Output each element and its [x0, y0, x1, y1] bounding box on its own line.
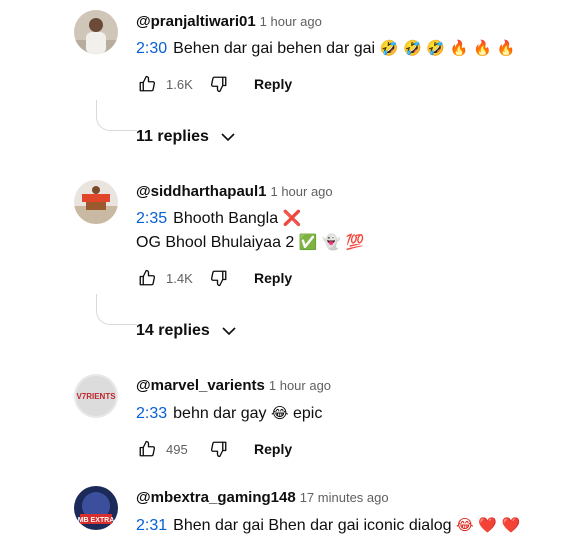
comment-author[interactable]: @marvel_varients 1 hour ago	[136, 377, 331, 394]
view-replies-button[interactable]: 11 replies	[136, 128, 237, 146]
like-icon[interactable]	[136, 73, 158, 95]
comment-body-suffix: epic	[292, 405, 323, 422]
comment-author[interactable]: @siddharthapaul1 1 hour ago	[136, 183, 333, 200]
comment-body-line2: OG Bhool Bhulaiyaa 2	[136, 234, 295, 251]
avatar[interactable]: MB EXTRA	[74, 486, 118, 530]
comment-author[interactable]: @mbextra_gaming148 17 minutes ago	[136, 489, 389, 506]
timestamp-link[interactable]: 2:33	[136, 405, 167, 422]
author-name[interactable]: @marvel_varients	[136, 377, 265, 394]
avatar-logo-text: V7RIENTS	[76, 392, 116, 401]
thread-line	[96, 100, 137, 131]
avatar-logo-text: MB EXTRA	[78, 517, 115, 524]
chevron-down-icon	[222, 327, 236, 336]
like-count: 495	[166, 441, 188, 457]
comment-time[interactable]: 1 hour ago	[270, 184, 332, 199]
reply-button[interactable]: Reply	[254, 270, 292, 286]
like-count: 1.4K	[166, 270, 193, 286]
author-name[interactable]: @pranjaltiwari01	[136, 13, 256, 30]
reply-button[interactable]: Reply	[254, 441, 292, 457]
author-name[interactable]: @mbextra_gaming148	[136, 489, 296, 506]
avatar[interactable]	[74, 180, 118, 224]
avatar[interactable]	[74, 10, 118, 54]
like-count: 1.6K	[166, 76, 193, 92]
timestamp-link[interactable]: 2:31	[136, 517, 167, 534]
comment-text: 2:30 Behen dar gai behen dar gai 🤣 🤣 🤣 🔥 …	[136, 36, 515, 61]
like-icon[interactable]	[136, 267, 158, 289]
comment-body: Bhooth Bangla	[173, 210, 279, 227]
comment-author[interactable]: @pranjaltiwari01 1 hour ago	[136, 13, 322, 30]
dislike-icon[interactable]	[208, 73, 230, 95]
comment-text-line2: OG Bhool Bhulaiyaa 2 ✅ 👻 💯	[136, 230, 364, 255]
comment-time[interactable]: 1 hour ago	[269, 378, 331, 393]
emoji-group: ✅ 👻 💯	[298, 233, 365, 251]
dislike-icon[interactable]	[208, 267, 230, 289]
comment-actions: 1.4K Reply	[136, 266, 292, 290]
emoji-group: ❌	[282, 209, 302, 227]
comment-text: 2:33 behn dar gay 😂 epic	[136, 401, 322, 426]
emoji-group: 😂 ❤️ ❤️	[456, 516, 521, 534]
comment-text: 2:31 Bhen dar gai Bhen dar gai iconic dia…	[136, 513, 520, 538]
comment-body: behn dar gay	[173, 405, 267, 422]
replies-label: 11 replies	[136, 128, 209, 145]
chevron-down-icon	[221, 133, 235, 142]
reply-button[interactable]: Reply	[254, 76, 292, 92]
timestamp-link[interactable]: 2:30	[136, 40, 167, 57]
comment-text: 2:35 Bhooth Bangla ❌	[136, 206, 301, 231]
replies-label: 14 replies	[136, 322, 210, 339]
avatar[interactable]: V7RIENTS	[74, 374, 118, 418]
emoji-group: 😂	[271, 404, 289, 422]
comment-time[interactable]: 1 hour ago	[260, 14, 322, 29]
timestamp-link[interactable]: 2:35	[136, 210, 167, 227]
comment-body: Behen dar gai behen dar gai	[173, 40, 376, 57]
thread-line	[96, 294, 137, 325]
comment-actions: 495 Reply	[136, 437, 292, 461]
dislike-icon[interactable]	[208, 438, 230, 460]
emoji-group: 🤣 🤣 🤣 🔥 🔥 🔥	[379, 39, 516, 57]
author-name[interactable]: @siddharthapaul1	[136, 183, 266, 200]
comment-actions: 1.6K Reply	[136, 72, 292, 96]
like-icon[interactable]	[136, 438, 158, 460]
comment-time[interactable]: 17 minutes ago	[300, 490, 389, 505]
view-replies-button[interactable]: 14 replies	[136, 322, 238, 340]
comment-body: Bhen dar gai Bhen dar gai iconic dialog	[173, 517, 452, 534]
